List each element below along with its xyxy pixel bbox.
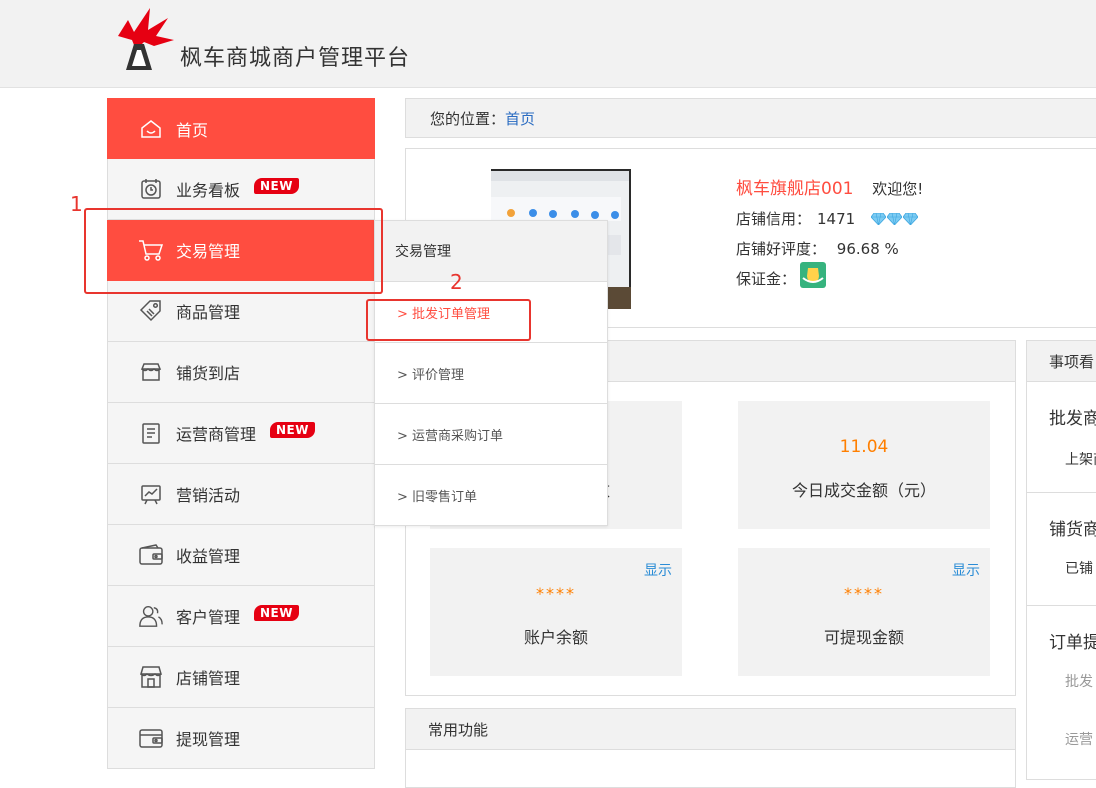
sidebar-item-label: 营销活动 <box>176 486 241 505</box>
rating-label: 店铺好评度： <box>736 240 827 258</box>
platform-title: 枫车商城商户管理平台 <box>180 46 411 71</box>
todo-section-title: 铺货商 <box>1049 520 1096 540</box>
sidebar-item-label: 商品管理 <box>176 303 241 322</box>
deposit-label: 保证金： <box>736 270 797 288</box>
credit-label: 店铺信用： <box>736 210 812 228</box>
submenu-item-reviews[interactable]: > 评价管理 <box>375 343 607 404</box>
stat-tile-withdrawable: 显示 **** 可提现金额 <box>738 548 990 676</box>
new-badge: NEW <box>254 605 299 621</box>
dashboard-icon <box>138 176 164 202</box>
diamond-icon <box>903 213 919 225</box>
submenu-item-operator-purchase[interactable]: > 运营商采购订单 <box>375 404 607 465</box>
submenu-title: 交易管理 <box>375 221 607 282</box>
todo-section-item[interactable]: 上架商 <box>1065 449 1096 469</box>
new-badge: NEW <box>270 422 315 438</box>
todo-section-item[interactable]: 已铺 <box>1065 558 1096 578</box>
sidebar-item-label: 提现管理 <box>176 730 241 749</box>
annotation-box-1 <box>84 208 383 294</box>
maple-logo-icon <box>118 8 174 70</box>
todo-section-item[interactable]: 批发 <box>1065 671 1096 691</box>
todo-section-title: 订单提 <box>1049 633 1096 653</box>
sidebar-item-marketing[interactable]: 营销活动 <box>107 464 375 525</box>
breadcrumb-home-link[interactable]: 首页 <box>505 108 535 129</box>
breadcrumb: 您的位置： 首页 <box>405 98 1096 138</box>
sidebar-item-label: 首页 <box>176 120 209 140</box>
tag-icon <box>138 298 164 324</box>
todo-panel-title: 事项看 <box>1027 341 1096 382</box>
credit-value: 1471 <box>817 210 856 228</box>
withdraw-icon <box>138 725 164 751</box>
sidebar-item-label: 客户管理 <box>176 608 241 627</box>
welcome-text: 欢迎您! <box>872 180 924 198</box>
sidebar-nav: 首页 业务看板 NEW 交易管理 商品管理 铺货到店 运营商管理 NEW 营销活… <box>107 98 375 778</box>
annotation-box-2 <box>366 299 531 341</box>
common-functions-title: 常用功能 <box>406 709 1015 750</box>
sidebar-item-withdraw[interactable]: 提现管理 <box>107 708 375 769</box>
annotation-number-2: 2 <box>450 270 463 294</box>
sidebar-item-operators[interactable]: 运营商管理 NEW <box>107 403 375 464</box>
sidebar-item-label: 收益管理 <box>176 547 241 566</box>
store-details: 枫车旗舰店001 欢迎您! 店铺信用： 1471 店铺好评度： 96.68 % … <box>736 174 923 294</box>
todo-section-wholesale: 批发商 上架商 <box>1027 382 1096 493</box>
sidebar-item-shop[interactable]: 店铺管理 <box>107 647 375 708</box>
show-withdrawable-toggle[interactable]: 显示 <box>952 560 980 580</box>
sidebar-item-revenue[interactable]: 收益管理 <box>107 525 375 586</box>
sidebar-item-label: 店铺管理 <box>176 669 241 688</box>
diamond-icon <box>871 213 887 225</box>
stat-label: 账户余额 <box>523 628 588 647</box>
deposit-shield-icon <box>800 262 827 288</box>
rating-value: 96.68 % <box>836 240 899 258</box>
todo-panel: 事项看 批发商 上架商 铺货商 已铺 订单提 批发 运营 <box>1026 340 1096 780</box>
breadcrumb-prefix: 您的位置： <box>430 109 506 128</box>
wallet-icon <box>138 542 164 568</box>
trade-submenu: 交易管理 > 批发订单管理 > 评价管理 > 运营商采购订单 > 旧零售订单 <box>374 220 608 526</box>
todo-section-item[interactable]: 运营 <box>1065 729 1096 749</box>
todo-section-title: 批发商 <box>1049 409 1096 429</box>
diamond-icon <box>887 213 903 225</box>
store-name: 枫车旗舰店001 <box>736 179 854 199</box>
users-icon <box>138 603 164 629</box>
submenu-item-old-retail[interactable]: > 旧零售订单 <box>375 465 607 526</box>
diamond-icons <box>871 213 919 225</box>
store-awning-icon <box>138 359 164 385</box>
top-header: 枫车商城商户管理平台 <box>0 0 1096 88</box>
new-badge: NEW <box>254 178 299 194</box>
shop-icon <box>138 664 164 690</box>
chart-board-icon <box>138 481 164 507</box>
todo-section-orders: 订单提 批发 运营 <box>1027 606 1096 749</box>
sidebar-item-label: 铺货到店 <box>176 364 241 383</box>
sidebar-item-home[interactable]: 首页 <box>107 98 375 159</box>
show-balance-toggle[interactable]: 显示 <box>644 560 672 580</box>
stat-tile-today-amount: 11.04 今日成交金额（元） <box>738 401 990 529</box>
stat-value: 11.04 <box>839 437 889 457</box>
common-functions-panel: 常用功能 <box>405 708 1016 788</box>
sidebar-item-label: 运营商管理 <box>176 425 257 444</box>
stat-value: **** <box>844 584 884 603</box>
stat-label: 可提现金额 <box>823 628 904 647</box>
stat-tile-balance: 显示 **** 账户余额 <box>430 548 682 676</box>
sidebar-item-distribution[interactable]: 铺货到店 <box>107 342 375 403</box>
todo-section-distribution: 铺货商 已铺 <box>1027 493 1096 606</box>
stat-label: 今日成交金额（元） <box>791 481 936 500</box>
sidebar-item-customers[interactable]: 客户管理 NEW <box>107 586 375 647</box>
document-list-icon <box>138 420 164 446</box>
annotation-number-1: 1 <box>70 192 83 216</box>
stat-value: **** <box>536 584 576 603</box>
home-icon <box>138 116 164 142</box>
sidebar-item-label: 业务看板 <box>176 181 241 200</box>
